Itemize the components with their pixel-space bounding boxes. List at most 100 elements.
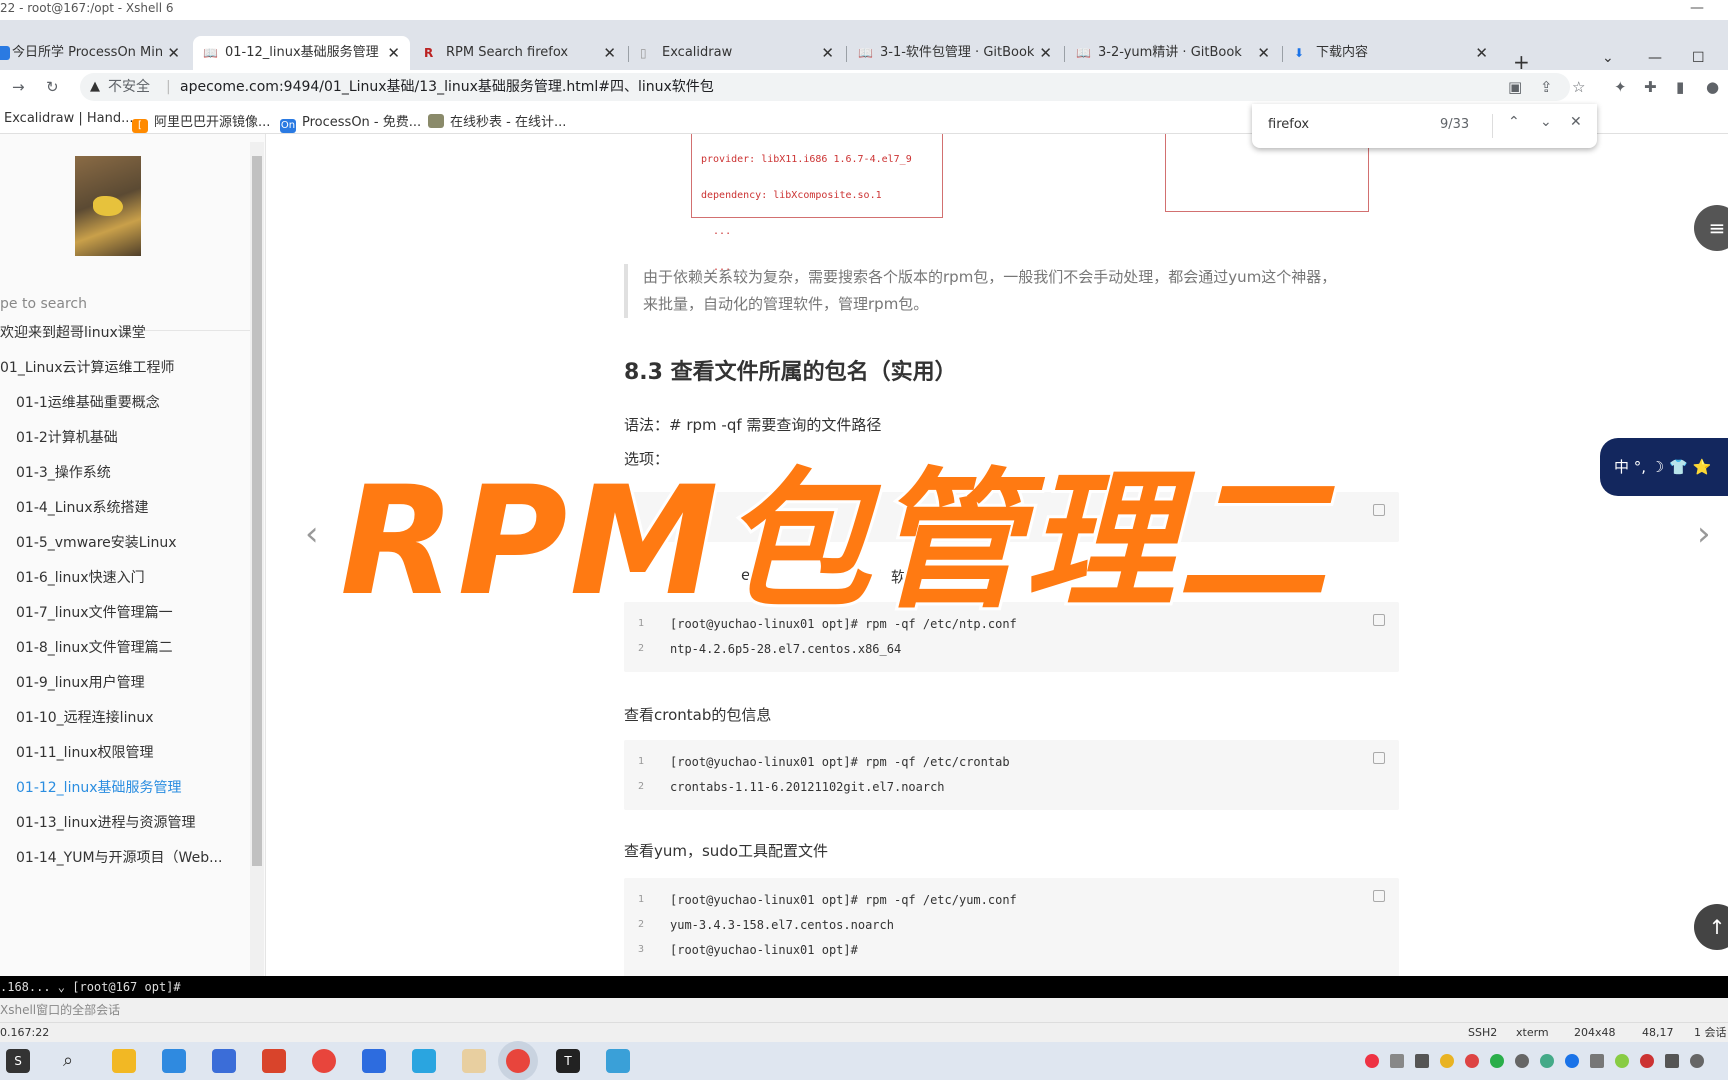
- diagram-line: provider: libX11.i686 1.6.7-4.el7_9: [701, 154, 912, 165]
- download-icon: ⬇: [1294, 46, 1305, 60]
- sidebar-item[interactable]: 欢迎来到超哥linux课堂: [0, 322, 146, 342]
- bookmark-processon[interactable]: On ProcessOn - 免费...: [280, 111, 421, 133]
- app-icon[interactable]: [262, 1049, 286, 1073]
- sidebar-item[interactable]: 01-13_linux进程与资源管理: [16, 812, 196, 832]
- paragraph-yum: 查看yum，sudo工具配置文件: [624, 842, 829, 860]
- close-icon[interactable]: ✕: [1570, 114, 1582, 130]
- chrome-icon[interactable]: [312, 1049, 336, 1073]
- maximize-icon[interactable]: ☐: [1692, 50, 1705, 66]
- bookmark-excalidraw[interactable]: Excalidraw | Hand...: [4, 111, 134, 126]
- sidebar-item[interactable]: 01-4_Linux系统搭建: [16, 497, 149, 517]
- sidebar-item[interactable]: 01-9_linux用户管理: [16, 672, 145, 692]
- page-action-icon[interactable]: ▣: [1508, 78, 1522, 96]
- sidebar-item[interactable]: 01-1运维基础重要概念: [16, 392, 160, 412]
- battery-icon[interactable]: [1590, 1054, 1604, 1068]
- forward-icon[interactable]: →: [12, 78, 25, 96]
- reload-icon[interactable]: ↻: [46, 78, 59, 96]
- tab-label: 3-1-软件包管理 · GitBook: [880, 45, 1034, 60]
- find-bar: firefox 9/33 ⌃ ⌄ ✕: [1252, 104, 1597, 148]
- address-bar[interactable]: ▲ 不安全 | apecome.com:9494/01_Linux基础/13_l…: [80, 73, 1570, 101]
- share-icon[interactable]: ⇪: [1540, 78, 1553, 96]
- tray-record-icon[interactable]: [1365, 1054, 1379, 1068]
- close-icon[interactable]: ✕: [387, 36, 400, 70]
- network-icon[interactable]: [1665, 1054, 1679, 1068]
- typora-icon[interactable]: T: [556, 1049, 580, 1073]
- notes-icon[interactable]: [462, 1049, 486, 1073]
- tray-icon[interactable]: [1465, 1054, 1479, 1068]
- side-panel-icon[interactable]: ▮: [1676, 78, 1684, 96]
- url-text[interactable]: apecome.com:9494/01_Linux基础/13_linux基础服务…: [180, 73, 714, 101]
- vm-icon[interactable]: [412, 1049, 436, 1073]
- prev-page-icon[interactable]: ‹: [305, 514, 319, 554]
- sidebar-item[interactable]: 01_Linux云计算运维工程师: [0, 357, 175, 377]
- profile-icon[interactable]: ●: [1706, 78, 1719, 96]
- tray-icon[interactable]: [1440, 1054, 1454, 1068]
- terminal-strip[interactable]: .168... ⌄ [root@167 opt]#: [0, 976, 1728, 998]
- close-icon[interactable]: ✕: [1257, 36, 1270, 70]
- chevron-down-icon[interactable]: ⌄: [1540, 114, 1552, 130]
- session-hint[interactable]: Xshell窗口的全部会话: [0, 1003, 120, 1017]
- xshell-icon[interactable]: [606, 1049, 630, 1073]
- paragraph-crontab: 查看crontab的包信息: [624, 706, 772, 724]
- chrome-active-icon[interactable]: [506, 1049, 530, 1073]
- chevron-up-icon[interactable]: ⌃: [1508, 114, 1520, 130]
- sidebar-item[interactable]: 01-6_linux快速入门: [16, 567, 145, 587]
- wechat-icon[interactable]: [1490, 1054, 1504, 1068]
- tray-icon[interactable]: [1615, 1054, 1629, 1068]
- sidebar-item[interactable]: 01-11_linux权限管理: [16, 742, 154, 762]
- bookmark-stopwatch[interactable]: 在线秒表 - 在线计...: [428, 111, 566, 130]
- sidebar-scrollbar[interactable]: [250, 142, 264, 976]
- code-text: yum-3.4.3-158.el7.centos.noarch: [670, 918, 894, 932]
- status-sessions: 1 会话: [1694, 1026, 1727, 1039]
- tab-excalidraw[interactable]: ▯ Excalidraw ✕: [630, 36, 844, 70]
- feishu-icon[interactable]: [362, 1049, 386, 1073]
- sidebar-item[interactable]: 01-8_linux文件管理篇二: [16, 637, 173, 657]
- file-explorer-icon[interactable]: [112, 1049, 136, 1073]
- tray-icon[interactable]: [1515, 1054, 1529, 1068]
- tab-processon[interactable]: 今日所学 ProcessOn Mind ✕: [0, 36, 190, 70]
- sidebar-item[interactable]: 01-2计算机基础: [16, 427, 118, 447]
- ime-widget[interactable]: 中 °, ☽ 👕 ⭐: [1600, 438, 1728, 496]
- tab-rpm-search[interactable]: R RPM Search firefox ✕: [414, 36, 626, 70]
- search-icon[interactable]: ⌕: [56, 1049, 80, 1073]
- close-icon[interactable]: ✕: [821, 36, 834, 70]
- extension-badge-icon[interactable]: ✦: [1614, 78, 1627, 96]
- close-icon[interactable]: ✕: [1039, 36, 1052, 70]
- tab-gitbook-3-1[interactable]: 📖 3-1-软件包管理 · GitBook ✕: [848, 36, 1062, 70]
- close-icon[interactable]: ✕: [1475, 36, 1488, 70]
- minimize-icon[interactable]: —: [1648, 50, 1662, 66]
- tab-search-chevron-icon[interactable]: ⌄: [1602, 50, 1614, 66]
- line-number: 3: [638, 944, 645, 955]
- close-icon[interactable]: ✕: [167, 36, 180, 70]
- baidu-netdisk-icon[interactable]: [162, 1049, 186, 1073]
- volume-icon[interactable]: [1690, 1054, 1704, 1068]
- start-icon[interactable]: S: [6, 1049, 30, 1073]
- tray-icon[interactable]: [1390, 1054, 1404, 1068]
- sidebar-item[interactable]: 01-7_linux文件管理篇一: [16, 602, 173, 622]
- close-icon[interactable]: ✕: [603, 36, 616, 70]
- tray-icon[interactable]: [1540, 1054, 1554, 1068]
- minimize-icon[interactable]: —: [1690, 0, 1704, 16]
- sidebar-item[interactable]: 01-12_linux基础服务管理: [16, 777, 182, 797]
- tab-downloads[interactable]: ⬇ 下载内容 ✕: [1284, 36, 1498, 70]
- scrollbar-thumb[interactable]: [252, 156, 262, 866]
- code-text: [root@yuchao-linux01 opt]# rpm -qf /etc/…: [670, 893, 1017, 907]
- office-icon[interactable]: [212, 1049, 236, 1073]
- tray-icon[interactable]: [1415, 1054, 1429, 1068]
- sidebar-item[interactable]: 01-10_远程连接linux: [16, 707, 154, 727]
- tray-icon[interactable]: [1640, 1054, 1654, 1068]
- sidebar-item[interactable]: 01-14_YUM与开源项目（Web...: [16, 847, 222, 867]
- extensions-icon[interactable]: ✚: [1644, 78, 1657, 96]
- sidebar-search-input[interactable]: pe to search: [0, 296, 87, 312]
- sidebar-item[interactable]: 01-5_vmware安装Linux: [16, 532, 177, 552]
- star-icon[interactable]: ☆: [1572, 78, 1585, 96]
- bookmark-aliyun[interactable]: [阿里巴巴开源镜像...: [132, 111, 270, 133]
- find-input[interactable]: firefox: [1268, 117, 1309, 132]
- quote-text: 由于依赖关系较为复杂，需要搜索各个版本的rpm包，一般我们不会手动处理，都会通过…: [643, 268, 1337, 313]
- copy-icon[interactable]: [1373, 504, 1385, 516]
- sidebar-item[interactable]: 01-3_操作系统: [16, 462, 111, 482]
- next-page-icon[interactable]: ›: [1697, 514, 1711, 554]
- tab-gitbook-3-2[interactable]: 📖 3-2-yum精讲 · GitBook ✕: [1066, 36, 1280, 70]
- bluetooth-icon[interactable]: [1565, 1054, 1579, 1068]
- tab-linux-service[interactable]: 📖 01-12_linux基础服务管理 · ( ✕: [193, 36, 410, 70]
